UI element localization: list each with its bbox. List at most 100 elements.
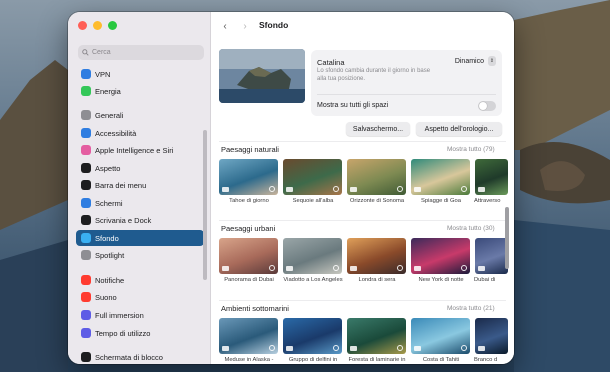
- sidebar-item[interactable]: Energia: [76, 83, 204, 99]
- sidebar-item[interactable]: Full immersion: [76, 307, 204, 323]
- wallpaper-thumbnail-label: Spiagge di Goa: [421, 198, 461, 204]
- screensaver-button[interactable]: Salvaschermo...: [346, 122, 410, 136]
- video-icon: [286, 266, 293, 271]
- sidebar-item-label: Schermata di blocco: [95, 352, 163, 362]
- wallpaper-description: Lo sfondo cambia durante il giorno in ba…: [317, 68, 431, 82]
- wallpaper-name: Catalina: [317, 58, 345, 67]
- menubar-icon: [81, 180, 91, 190]
- catalina-preview-image: [219, 49, 305, 103]
- sidebar-item[interactable]: Accessibilità: [76, 125, 204, 141]
- show-all-spaces-toggle[interactable]: [478, 101, 496, 111]
- sidebar-item-label: Tempo di utilizzo: [95, 328, 151, 338]
- sidebar-item[interactable]: Notifiche: [76, 272, 204, 288]
- wallpaper-thumbnail[interactable]: [347, 238, 406, 274]
- wallpaper-thumbnail-label: Panorama di Dubai: [224, 277, 274, 283]
- wallpaper-thumbnail-label: Meduse in Alaska - Chiaro: [224, 357, 274, 363]
- clock-appearance-button[interactable]: Aspetto dell'orologio...: [416, 122, 502, 136]
- download-icon: [461, 265, 467, 271]
- sidebar-item-label: VPN: [95, 69, 111, 79]
- wallpaper-thumbnail[interactable]: [283, 159, 342, 195]
- wallpaper-thumbnail[interactable]: [219, 238, 278, 274]
- video-icon: [414, 346, 421, 351]
- wallpaper-thumbnail-label: Sequoie all'alba: [292, 198, 334, 204]
- hourglass-icon: [81, 328, 91, 338]
- wallpaper-thumbnail[interactable]: [411, 159, 470, 195]
- wallpaper-thumbnail[interactable]: [411, 318, 470, 354]
- wallpaper-thumbnail[interactable]: [283, 318, 342, 354]
- sidebar-item-label: Accessibilità: [95, 128, 137, 138]
- sidebar-item[interactable]: Scrivania e Dock: [76, 212, 204, 228]
- wallpaper-thumbnail-label: Costa di Tahiti: [422, 357, 460, 363]
- wallpaper-thumbnail[interactable]: [283, 238, 342, 274]
- accessibility-icon: [81, 128, 91, 138]
- wallpaper-thumbnail[interactable]: [347, 159, 406, 195]
- gear-icon: [81, 110, 91, 120]
- main-scrollbar[interactable]: [505, 207, 509, 269]
- sidebar-item-label: Apple Intelligence e Siri: [95, 145, 174, 155]
- sidebar-item-label: Barra dei menu: [95, 180, 147, 190]
- wallpaper-thumbnail[interactable]: [347, 318, 406, 354]
- show-all-button[interactable]: Mostra tutto (30): [447, 225, 495, 232]
- sidebar-item[interactable]: Apple Intelligence e Siri: [76, 142, 204, 158]
- video-icon: [414, 266, 421, 271]
- search-icon: [82, 49, 89, 56]
- sidebar-item[interactable]: VPN: [76, 66, 204, 82]
- divider: [317, 94, 496, 95]
- search-input[interactable]: Cerca: [78, 45, 204, 60]
- zoom-button[interactable]: [108, 21, 117, 30]
- video-icon: [222, 346, 229, 351]
- speaker-icon: [81, 292, 91, 302]
- wallpaper-thumbnail[interactable]: [219, 159, 278, 195]
- main-pane: ‹ › Sfondo Catalina Lo sfondo cambia dur…: [211, 12, 514, 364]
- section-title: Paesaggi naturali: [221, 145, 279, 154]
- wallpaper-thumbnail-label: Branco d: [474, 357, 498, 363]
- show-all-button[interactable]: Mostra tutto (21): [447, 305, 495, 312]
- moon-icon: [81, 310, 91, 320]
- wallpaper-thumbnail[interactable]: [475, 238, 508, 274]
- section-title: Paesaggi urbani: [221, 224, 276, 233]
- vpn-icon: [81, 69, 91, 79]
- section-title: Ambienti sottomarini: [221, 304, 289, 313]
- sidebar-item[interactable]: Schermi: [76, 195, 204, 211]
- close-button[interactable]: [78, 21, 87, 30]
- download-icon: [269, 186, 275, 192]
- sidebar-item[interactable]: Schermata di blocco: [76, 349, 204, 364]
- wallpaper-thumbnail[interactable]: [475, 318, 508, 354]
- video-icon: [350, 346, 357, 351]
- sidebar-item[interactable]: Suono: [76, 289, 204, 305]
- sidebar-item[interactable]: Tempo di utilizzo: [76, 325, 204, 341]
- sidebar-item-label: Generali: [95, 110, 124, 120]
- chevron-updown-icon: ⇕: [488, 56, 496, 66]
- sidebar-item-label: Energia: [95, 86, 121, 96]
- wallpaper-thumbnail[interactable]: [219, 318, 278, 354]
- back-button[interactable]: ‹: [217, 18, 233, 34]
- sidebar-scrollbar[interactable]: [203, 130, 207, 280]
- dock-icon: [81, 215, 91, 225]
- wallpaper-thumbnail[interactable]: [411, 238, 470, 274]
- sidebar-item[interactable]: Generali: [76, 107, 204, 123]
- wallpaper-icon: [81, 233, 91, 243]
- wallpaper-mode-select[interactable]: Dinamico ⇕: [455, 56, 496, 66]
- appearance-icon: [81, 163, 91, 173]
- download-icon: [333, 345, 339, 351]
- show-all-button[interactable]: Mostra tutto (79): [447, 146, 495, 153]
- sidebar-item-label: Schermi: [95, 198, 123, 208]
- forward-button[interactable]: ›: [237, 18, 253, 34]
- siri-icon: [81, 145, 91, 155]
- sidebar-item-label: Sfondo: [95, 233, 119, 243]
- sidebar-item[interactable]: Sfondo: [76, 230, 204, 246]
- battery-icon: [81, 86, 91, 96]
- search-placeholder: Cerca: [92, 49, 111, 56]
- wallpaper-thumbnail[interactable]: [475, 159, 508, 195]
- section-divider: [219, 220, 506, 221]
- video-icon: [350, 187, 357, 192]
- sidebar-item[interactable]: Spotlight: [76, 247, 204, 263]
- video-icon: [478, 266, 485, 271]
- minimize-button[interactable]: [93, 21, 102, 30]
- sidebar-item[interactable]: Barra dei menu: [76, 177, 204, 193]
- video-icon: [286, 346, 293, 351]
- sidebar-item[interactable]: Aspetto: [76, 160, 204, 176]
- wallpaper-thumbnail-label: Gruppo di delfini in California: [288, 357, 338, 363]
- video-icon: [222, 266, 229, 271]
- download-icon: [397, 186, 403, 192]
